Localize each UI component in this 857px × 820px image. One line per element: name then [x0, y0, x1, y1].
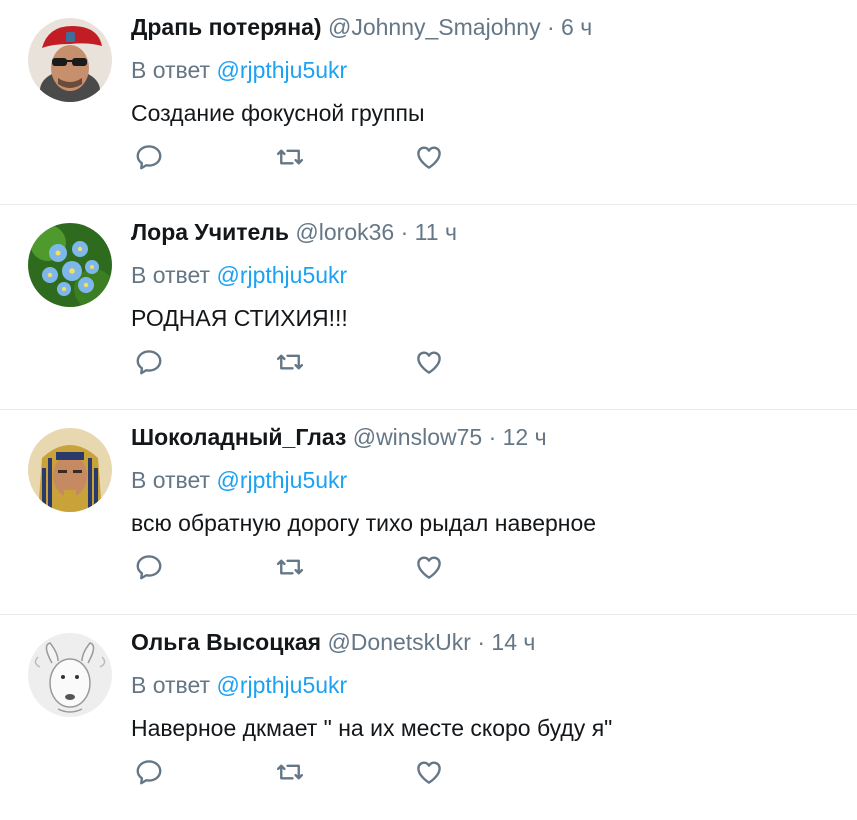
retweet-button[interactable]	[270, 342, 310, 382]
tweet-actions	[131, 752, 451, 792]
avatar[interactable]	[28, 633, 112, 717]
separator-dot: ·	[477, 629, 486, 655]
separator-dot: ·	[488, 424, 497, 450]
user-name[interactable]: Ольга Высоцкая	[131, 629, 321, 655]
avatar-image	[28, 18, 112, 102]
like-heart-icon	[417, 556, 441, 579]
reply-context: В ответ @rjpthju5ukr	[131, 463, 847, 497]
tweet[interactable]: Ольга Высоцкая @DonetskUkr · 14 ч В отве…	[0, 615, 857, 820]
reply-to-link[interactable]: @rjpthju5ukr	[216, 57, 347, 83]
retweet-button[interactable]	[270, 547, 310, 587]
separator-dot: ·	[546, 14, 555, 40]
tweet[interactable]: Драпь потеряна) @Johnny_Smajohny · 6 ч В…	[0, 0, 857, 205]
tweet[interactable]: Лора Учитель @lorok36 · 11 ч В ответ @rj…	[0, 205, 857, 410]
tweet-text: РОДНАЯ СТИХИЯ!!!	[131, 305, 348, 331]
retweet-icon	[276, 149, 304, 165]
user-name[interactable]: Лора Учитель	[131, 219, 289, 245]
tweet-content: Лора Учитель @lorok36 · 11 ч В ответ @rj…	[131, 215, 847, 335]
avatar-image	[28, 223, 112, 307]
reply-prefix: В ответ	[131, 57, 211, 83]
tweet-content: Драпь потеряна) @Johnny_Smajohny · 6 ч В…	[131, 10, 847, 130]
reply-context: В ответ @rjpthju5ukr	[131, 668, 847, 702]
tweet-time[interactable]: 12 ч	[503, 424, 547, 450]
tweet-feed: Драпь потеряна) @Johnny_Smajohny · 6 ч В…	[0, 0, 857, 820]
reply-button[interactable]	[129, 752, 169, 792]
user-name[interactable]: Шоколадный_Глаз	[131, 424, 346, 450]
reply-icon	[136, 145, 162, 170]
reply-icon	[136, 760, 162, 785]
reply-button[interactable]	[129, 547, 169, 587]
reply-icon	[136, 555, 162, 580]
user-name[interactable]: Драпь потеряна)	[131, 14, 322, 40]
like-heart-icon	[417, 146, 441, 169]
avatar-image	[28, 428, 112, 512]
like-button[interactable]	[409, 342, 449, 382]
avatar[interactable]	[28, 18, 112, 102]
tweet-text: Наверное дкмает " на их месте скоро буду…	[131, 715, 613, 741]
tweet-content: Ольга Высоцкая @DonetskUkr · 14 ч В отве…	[131, 625, 847, 745]
tweet-actions	[131, 137, 451, 177]
tweet-time[interactable]: 6 ч	[561, 14, 592, 40]
avatar[interactable]	[28, 428, 112, 512]
like-heart-icon	[417, 761, 441, 784]
like-button[interactable]	[409, 752, 449, 792]
reply-icon	[136, 350, 162, 375]
tweet[interactable]: Шоколадный_Глаз @winslow75 · 12 ч В отве…	[0, 410, 857, 615]
retweet-icon	[276, 354, 304, 370]
tweet-actions	[131, 342, 451, 382]
tweet-text: всю обратную дорогу тихо рыдал наверное	[131, 510, 597, 536]
user-handle[interactable]: @winslow75	[353, 424, 482, 450]
like-heart-icon	[417, 351, 441, 374]
tweet-header: Лора Учитель @lorok36 · 11 ч	[131, 215, 847, 249]
tweet-header: Шоколадный_Глаз @winslow75 · 12 ч	[131, 420, 847, 454]
tweet-actions	[131, 547, 451, 587]
retweet-button[interactable]	[270, 137, 310, 177]
separator-dot: ·	[400, 219, 409, 245]
tweet-text: Создание фокусной группы	[131, 100, 425, 126]
avatar[interactable]	[28, 223, 112, 307]
retweet-button[interactable]	[270, 752, 310, 792]
like-button[interactable]	[409, 547, 449, 587]
reply-button[interactable]	[129, 342, 169, 382]
reply-prefix: В ответ	[131, 262, 211, 288]
reply-context: В ответ @rjpthju5ukr	[131, 53, 847, 87]
reply-prefix: В ответ	[131, 672, 211, 698]
tweet-header: Драпь потеряна) @Johnny_Smajohny · 6 ч	[131, 10, 847, 44]
user-handle[interactable]: @Johnny_Smajohny	[328, 14, 541, 40]
avatar-image	[28, 633, 112, 717]
tweet-header: Ольга Высоцкая @DonetskUkr · 14 ч	[131, 625, 847, 659]
reply-to-link[interactable]: @rjpthju5ukr	[216, 672, 347, 698]
retweet-icon	[276, 559, 304, 575]
tweet-time[interactable]: 14 ч	[491, 629, 535, 655]
retweet-icon	[276, 764, 304, 780]
user-handle[interactable]: @lorok36	[295, 219, 394, 245]
reply-to-link[interactable]: @rjpthju5ukr	[216, 467, 347, 493]
reply-prefix: В ответ	[131, 467, 211, 493]
like-button[interactable]	[409, 137, 449, 177]
tweet-time[interactable]: 11 ч	[415, 219, 457, 245]
user-handle[interactable]: @DonetskUkr	[327, 629, 471, 655]
reply-context: В ответ @rjpthju5ukr	[131, 258, 847, 292]
reply-button[interactable]	[129, 137, 169, 177]
tweet-content: Шоколадный_Глаз @winslow75 · 12 ч В отве…	[131, 420, 847, 540]
reply-to-link[interactable]: @rjpthju5ukr	[216, 262, 347, 288]
